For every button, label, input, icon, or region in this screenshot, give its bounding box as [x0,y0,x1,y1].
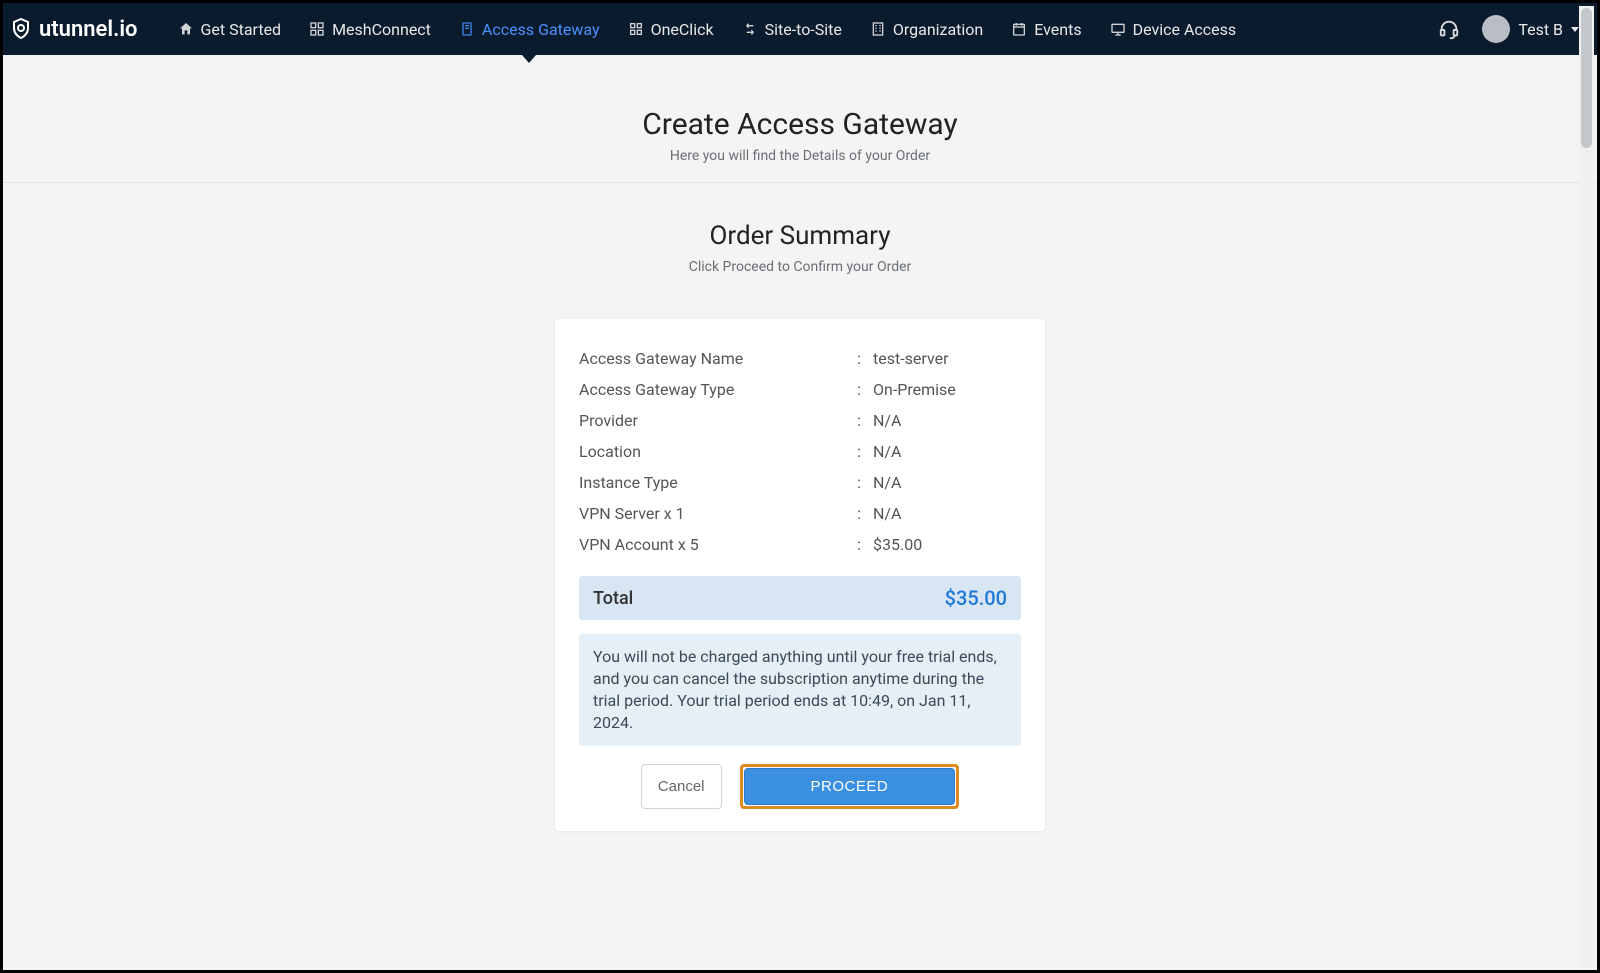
row-colon: : [849,380,869,399]
nav-label: Device Access [1133,20,1237,39]
row-value: N/A [869,473,1021,492]
total-value: $35.00 [945,586,1007,610]
trial-notice: You will not be charged anything until y… [579,634,1021,746]
scrollbar[interactable] [1579,6,1594,967]
summary-row: Location : N/A [579,436,1021,467]
user-menu[interactable]: Test B [1482,15,1579,43]
scrollbar-thumb[interactable] [1581,8,1592,148]
oneclick-icon [628,21,644,37]
row-label: Instance Type [579,473,849,492]
page-header: Create Access Gateway Here you will find… [3,55,1597,183]
nav-item-access-gateway[interactable]: Access Gateway [459,20,600,39]
proceed-button[interactable]: PROCEED [744,768,956,805]
nav-item-meshconnect[interactable]: MeshConnect [309,20,431,39]
row-value: test-server [869,349,1021,368]
row-value: On-Premise [869,380,1021,399]
summary-title: Order Summary [3,221,1597,251]
summary-row: Provider : N/A [579,405,1021,436]
support-headset-icon[interactable] [1438,18,1460,40]
nav-item-get-started[interactable]: Get Started [178,20,282,39]
sitetosite-icon [742,21,758,37]
summary-row: VPN Account x 5 : $35.00 [579,529,1021,560]
nav-item-organization[interactable]: Organization [870,20,983,39]
cancel-button[interactable]: Cancel [641,764,722,809]
brand-logo-icon [9,17,33,41]
row-label: Provider [579,411,849,430]
summary-rows: Access Gateway Name : test-server Access… [579,343,1021,560]
mesh-icon [309,21,325,37]
home-icon [178,21,194,37]
summary-row: Access Gateway Type : On-Premise [579,374,1021,405]
summary-header: Order Summary Click Proceed to Confirm y… [3,183,1597,285]
events-icon [1011,21,1027,37]
proceed-highlight: PROCEED [740,764,960,809]
org-icon [870,21,886,37]
chevron-down-icon [1571,27,1579,32]
nav-label: OneClick [651,20,714,39]
row-colon: : [849,349,869,368]
row-label: Access Gateway Type [579,380,849,399]
total-label: Total [593,588,633,609]
row-colon: : [849,411,869,430]
navbar: utunnel.io Get Started MeshConnect Acces… [3,3,1597,55]
nav-active-pointer-icon [522,55,536,63]
row-colon: : [849,504,869,523]
row-value: N/A [869,504,1021,523]
summary-row: VPN Server x 1 : N/A [579,498,1021,529]
device-icon [1110,21,1126,37]
page-title: Create Access Gateway [3,107,1597,142]
nav-label: Organization [893,20,983,39]
total-bar: Total $35.00 [579,576,1021,620]
row-label: VPN Account x 5 [579,535,849,554]
summary-row: Access Gateway Name : test-server [579,343,1021,374]
row-colon: : [849,535,869,554]
row-value: N/A [869,411,1021,430]
gateway-icon [459,21,475,37]
nav-label: Site-to-Site [765,20,842,39]
row-colon: : [849,442,869,461]
brand[interactable]: utunnel.io [9,17,178,42]
row-label: Location [579,442,849,461]
nav-right: Test B [1438,15,1579,43]
nav-item-site-to-site[interactable]: Site-to-Site [742,20,842,39]
row-colon: : [849,473,869,492]
actions: Cancel PROCEED [579,764,1021,809]
nav-items: Get Started MeshConnect Access Gateway O… [178,20,1439,39]
page-subtitle: Here you will find the Details of your O… [3,148,1597,164]
summary-row: Instance Type : N/A [579,467,1021,498]
nav-item-oneclick[interactable]: OneClick [628,20,714,39]
summary-subtitle: Click Proceed to Confirm your Order [3,259,1597,275]
nav-label: MeshConnect [332,20,431,39]
user-name: Test B [1518,20,1563,39]
row-label: Access Gateway Name [579,349,849,368]
row-value: $35.00 [869,535,1021,554]
avatar-icon [1482,15,1510,43]
nav-label: Events [1034,20,1081,39]
row-value: N/A [869,442,1021,461]
row-label: VPN Server x 1 [579,504,849,523]
nav-label: Get Started [201,20,282,39]
nav-label: Access Gateway [482,20,600,39]
nav-item-events[interactable]: Events [1011,20,1081,39]
order-summary-card: Access Gateway Name : test-server Access… [555,319,1045,831]
nav-item-device-access[interactable]: Device Access [1110,20,1237,39]
brand-name: utunnel.io [39,17,138,42]
